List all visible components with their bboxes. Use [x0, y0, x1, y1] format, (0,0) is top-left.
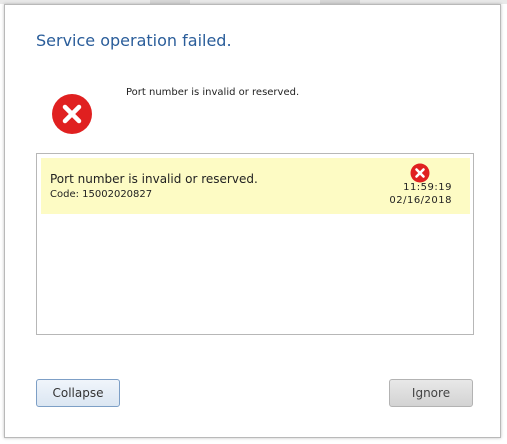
error-icon — [52, 94, 92, 134]
error-icon — [410, 163, 430, 183]
dialog-title: Service operation failed. — [36, 31, 232, 50]
error-details-list[interactable]: Port number is invalid or reserved. Code… — [36, 153, 474, 335]
error-detail-code: Code: 15002020827 — [50, 189, 153, 200]
error-detail-time: 11:59:19 — [403, 182, 452, 193]
error-summary: Port number is invalid or reserved. — [126, 87, 300, 98]
error-dialog: Service operation failed. Port number is… — [4, 4, 501, 438]
collapse-button[interactable]: Collapse — [36, 379, 120, 407]
screen: Service operation failed. Port number is… — [0, 0, 507, 444]
error-detail-message: Port number is invalid or reserved. — [50, 172, 258, 186]
error-detail-date: 02/16/2018 — [389, 195, 452, 206]
error-detail-row[interactable]: Port number is invalid or reserved. Code… — [41, 158, 470, 214]
ignore-button[interactable]: Ignore — [389, 379, 473, 407]
